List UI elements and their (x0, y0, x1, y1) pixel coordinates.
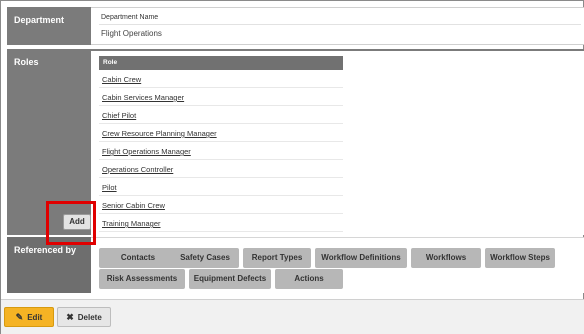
edit-icon: ✎ (15, 311, 24, 322)
role-link[interactable]: Flight Operations Manager (102, 147, 191, 156)
add-role-button[interactable]: Add (63, 214, 91, 230)
chip-report-types[interactable]: Report Types (243, 248, 311, 268)
role-link[interactable]: Training Manager (102, 219, 161, 228)
role-link[interactable]: Cabin Crew (102, 75, 141, 84)
roles-table-header: Role (99, 56, 343, 70)
department-section-label: Department (7, 7, 91, 45)
edit-button-label: Edit (27, 312, 43, 322)
delete-button-label: Delete (77, 312, 102, 322)
department-section: Department Department Name Flight Operat… (7, 7, 584, 45)
roles-section-label: Roles (7, 49, 91, 235)
chip-workflow-definitions[interactable]: Workflow Definitions (315, 248, 407, 268)
department-detail-panel: Department Department Name Flight Operat… (0, 0, 584, 334)
chip-workflow-steps[interactable]: Workflow Steps (485, 248, 555, 268)
table-row: Cabin Services Manager (99, 88, 343, 106)
chip-equipment-defects[interactable]: Equipment Defects (189, 269, 271, 289)
table-row: Operations Controller (99, 160, 343, 178)
edit-button[interactable]: ✎ Edit (4, 307, 54, 327)
chip-contacts[interactable]: Contacts (99, 248, 177, 268)
close-icon: ✖ (66, 311, 74, 322)
roles-section-content: Role Cabin Crew Cabin Services Manager C… (91, 49, 584, 235)
table-row: Pilot (99, 178, 343, 196)
referenced-by-label: Referenced by (7, 237, 91, 293)
table-row: Cabin Crew (99, 70, 343, 88)
referenced-by-content: Contacts Safety Cases Report Types Workf… (91, 237, 584, 293)
referenced-by-section: Referenced by Contacts Safety Cases Repo… (7, 237, 584, 293)
chip-workflows[interactable]: Workflows (411, 248, 481, 268)
chip-actions[interactable]: Actions (275, 269, 343, 289)
role-link[interactable]: Chief Pilot (102, 111, 136, 120)
chip-risk-assessments[interactable]: Risk Assessments (99, 269, 185, 289)
role-link[interactable]: Operations Controller (102, 165, 173, 174)
roles-table: Role Cabin Crew Cabin Services Manager C… (99, 56, 343, 232)
table-row: Training Manager (99, 214, 343, 232)
department-name-label: Department Name (101, 14, 159, 21)
edit-button-content: ✎ Edit (5, 308, 53, 326)
table-row: Crew Resource Planning Manager (99, 124, 343, 142)
delete-button-content: ✖ Delete (58, 308, 110, 326)
role-link[interactable]: Senior Cabin Crew (102, 201, 165, 210)
department-section-content: Department Name Flight Operations (91, 7, 584, 45)
chip-safety-cases[interactable]: Safety Cases (171, 248, 239, 268)
roles-section: Roles Role Cabin Crew Cabin Services Man… (7, 49, 584, 235)
department-name-value: Flight Operations (99, 24, 581, 40)
role-link[interactable]: Pilot (102, 183, 117, 192)
table-row: Chief Pilot (99, 106, 343, 124)
role-link[interactable]: Crew Resource Planning Manager (102, 129, 217, 138)
table-row: Senior Cabin Crew (99, 196, 343, 214)
table-row: Flight Operations Manager (99, 142, 343, 160)
delete-button[interactable]: ✖ Delete (57, 307, 111, 327)
role-link[interactable]: Cabin Services Manager (102, 93, 184, 102)
